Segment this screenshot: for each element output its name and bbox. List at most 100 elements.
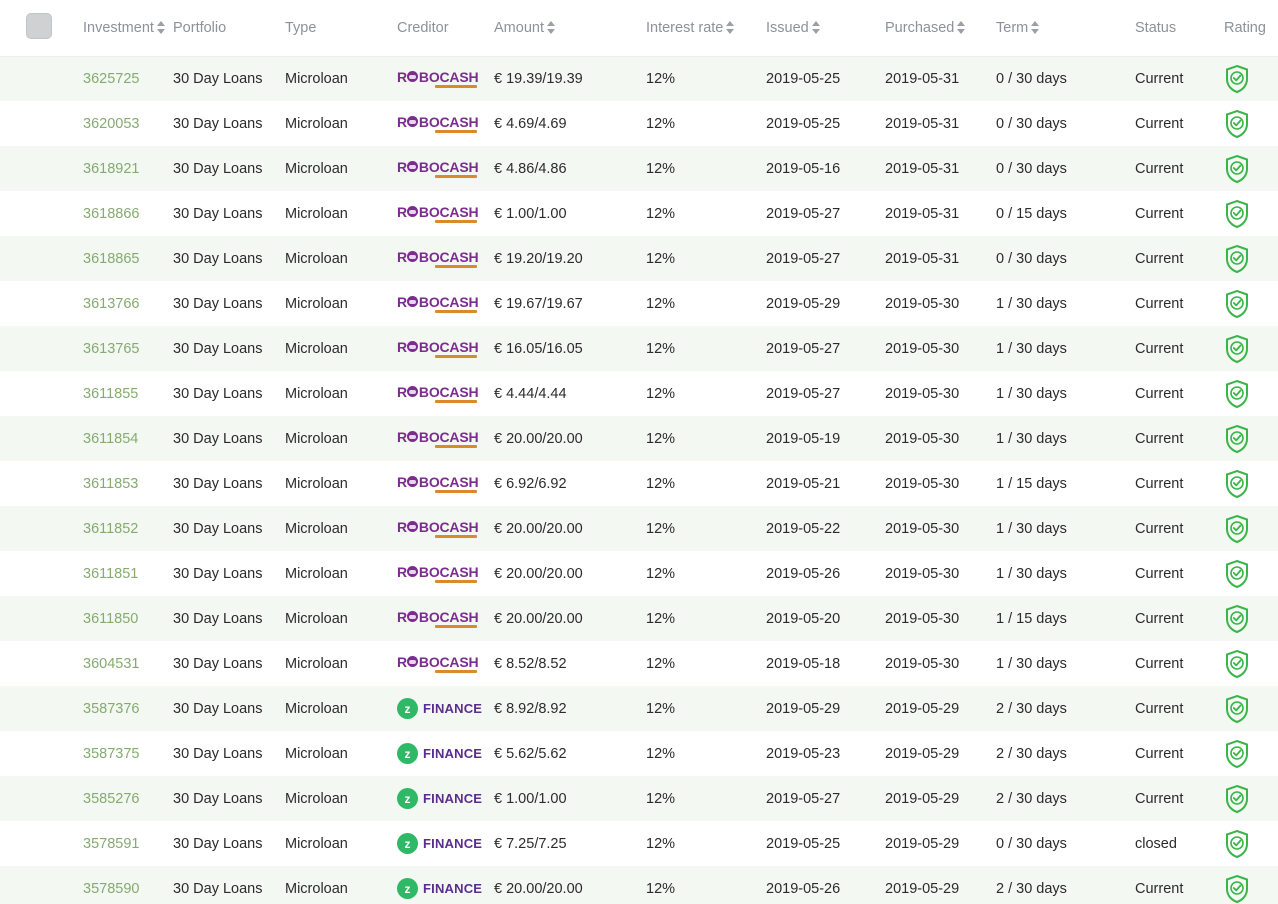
zfinance-mark: z <box>397 743 418 764</box>
investment-id-link[interactable]: 3611852 <box>83 521 138 537</box>
row-select-cell[interactable] <box>0 56 83 101</box>
table-row[interactable]: 3618865 30 Day Loans Microloan R BOCASH € 19.… <box>0 236 1278 281</box>
investment-id-link[interactable]: 3578591 <box>83 836 139 852</box>
row-select-cell[interactable] <box>0 686 83 731</box>
row-select-cell[interactable] <box>0 191 83 236</box>
table-row[interactable]: 3611851 30 Day Loans Microloan R BOCASH € 20.… <box>0 551 1278 596</box>
investment-id-link[interactable]: 3625725 <box>83 71 139 87</box>
row-select-cell[interactable] <box>0 821 83 866</box>
creditor-logo-robocash[interactable]: R BOCASH <box>397 520 479 538</box>
creditor-logo-zfinance[interactable]: z FINANCE <box>397 743 482 764</box>
sort-toggle-icon[interactable] <box>156 21 166 35</box>
investment-id-link[interactable]: 3587375 <box>83 746 139 762</box>
creditor-logo-robocash[interactable]: R BOCASH <box>397 430 479 448</box>
creditor-logo-robocash[interactable]: R BOCASH <box>397 70 479 88</box>
table-row[interactable]: 3613765 30 Day Loans Microloan R BOCASH € 16.… <box>0 326 1278 371</box>
creditor-logo-robocash[interactable]: R BOCASH <box>397 295 479 313</box>
table-row[interactable]: 3587376 30 Day Loans Microloan z FINANCE € 8.… <box>0 686 1278 731</box>
investment-id-link[interactable]: 3618866 <box>83 206 139 222</box>
sort-toggle-icon[interactable] <box>957 21 966 35</box>
cell-interest-rate: 12% <box>646 520 676 537</box>
table-row[interactable]: 3578591 30 Day Loans Microloan z FINANCE € 7.… <box>0 821 1278 866</box>
creditor-logo-robocash[interactable]: R BOCASH <box>397 610 479 628</box>
table-row[interactable]: 3611853 30 Day Loans Microloan R BOCASH € 6.9… <box>0 461 1278 506</box>
column-header-purchased[interactable]: Purchased <box>885 0 996 57</box>
table-row[interactable]: 3604531 30 Day Loans Microloan R BOCASH € 8.5… <box>0 641 1278 686</box>
investment-id-link[interactable]: 3611855 <box>83 386 138 402</box>
row-select-cell[interactable] <box>0 641 83 686</box>
investment-id-link[interactable]: 3611851 <box>83 566 138 582</box>
shield-check-icon <box>1224 604 1278 634</box>
column-header-interest_rate[interactable]: Interest rate <box>646 0 766 57</box>
row-select-cell[interactable] <box>0 236 83 281</box>
sort-toggle-icon[interactable] <box>811 21 821 35</box>
sort-toggle-icon[interactable] <box>1031 21 1040 35</box>
cell-investment: 3620053 <box>83 101 173 146</box>
investment-id-link[interactable]: 3613766 <box>83 296 139 312</box>
investment-id-link[interactable]: 3611854 <box>83 431 138 447</box>
table-row[interactable]: 3578590 30 Day Loans Microloan z FINANCE € 20… <box>0 866 1278 904</box>
row-select-cell[interactable] <box>0 326 83 371</box>
creditor-logo-robocash[interactable]: R BOCASH <box>397 565 479 583</box>
column-header-issued[interactable]: Issued <box>766 0 885 57</box>
creditor-logo-robocash[interactable]: R BOCASH <box>397 475 479 493</box>
row-select-cell[interactable] <box>0 416 83 461</box>
column-header-term[interactable]: Term <box>996 0 1135 57</box>
row-select-cell[interactable] <box>0 551 83 596</box>
creditor-logo-robocash[interactable]: R BOCASH <box>397 385 479 403</box>
cell-issued: 2019-05-23 <box>766 745 841 762</box>
table-row[interactable]: 3625725 30 Day Loans Microloan R BOCASH € 19.… <box>0 56 1278 101</box>
row-select-cell[interactable] <box>0 776 83 821</box>
investment-id-link[interactable]: 3618865 <box>83 251 139 267</box>
table-row[interactable]: 3611852 30 Day Loans Microloan R BOCASH € 20.… <box>0 506 1278 551</box>
creditor-logo-zfinance[interactable]: z FINANCE <box>397 833 482 854</box>
table-row[interactable]: 3587375 30 Day Loans Microloan z FINANCE € 5.… <box>0 731 1278 776</box>
row-select-cell[interactable] <box>0 506 83 551</box>
creditor-logo-robocash[interactable]: R BOCASH <box>397 340 479 358</box>
select-all-checkbox[interactable] <box>26 12 52 39</box>
creditor-logo-robocash[interactable]: R BOCASH <box>397 205 479 223</box>
creditor-logo-zfinance[interactable]: z FINANCE <box>397 788 482 809</box>
sort-toggle-icon[interactable] <box>546 21 556 35</box>
cell-term: 0 / 30 days <box>996 835 1067 852</box>
row-select-cell[interactable] <box>0 596 83 641</box>
table-row[interactable]: 3611854 30 Day Loans Microloan R BOCASH € 20.… <box>0 416 1278 461</box>
row-select-cell[interactable] <box>0 461 83 506</box>
row-select-cell[interactable] <box>0 146 83 191</box>
table-row[interactable]: 3611855 30 Day Loans Microloan R BOCASH € 4.4… <box>0 371 1278 416</box>
table-row[interactable]: 3618921 30 Day Loans Microloan R BOCASH € 4.8… <box>0 146 1278 191</box>
table-row[interactable]: 3620053 30 Day Loans Microloan R BOCASH € 4.6… <box>0 101 1278 146</box>
creditor-logo-zfinance[interactable]: z FINANCE <box>397 878 482 899</box>
table-row[interactable]: 3585276 30 Day Loans Microloan z FINANCE € 1.… <box>0 776 1278 821</box>
investment-id-link[interactable]: 3620053 <box>83 116 139 132</box>
row-select-cell[interactable] <box>0 101 83 146</box>
table-row[interactable]: 3611850 30 Day Loans Microloan R BOCASH € 20.… <box>0 596 1278 641</box>
investment-id-link[interactable]: 3578590 <box>83 881 139 897</box>
creditor-logo-robocash[interactable]: R BOCASH <box>397 160 479 178</box>
column-header-amount[interactable]: Amount <box>494 0 646 57</box>
row-select-cell[interactable] <box>0 866 83 904</box>
sort-toggle-icon[interactable] <box>726 21 735 35</box>
cell-portfolio: 30 Day Loans <box>173 700 263 717</box>
creditor-logo-zfinance[interactable]: z FINANCE <box>397 698 482 719</box>
investment-id-link[interactable]: 3587376 <box>83 701 139 717</box>
investment-id-link[interactable]: 3604531 <box>83 656 139 672</box>
table-row[interactable]: 3613766 30 Day Loans Microloan R BOCASH € 19.… <box>0 281 1278 326</box>
investment-id-link[interactable]: 3613765 <box>83 341 139 357</box>
creditor-logo-robocash[interactable]: R BOCASH <box>397 655 479 673</box>
cell-type: Microloan <box>285 655 348 672</box>
cell-amount: € 20.00/20.00 <box>494 880 583 897</box>
cell-term: 2 / 30 days <box>996 880 1067 897</box>
investment-id-link[interactable]: 3618921 <box>83 161 139 177</box>
row-select-cell[interactable] <box>0 371 83 416</box>
cell-purchased: 2019-05-31 <box>885 205 960 222</box>
investment-id-link[interactable]: 3611850 <box>83 611 138 627</box>
row-select-cell[interactable] <box>0 731 83 776</box>
creditor-logo-robocash[interactable]: R BOCASH <box>397 115 479 133</box>
row-select-cell[interactable] <box>0 281 83 326</box>
investment-id-link[interactable]: 3585276 <box>83 791 139 807</box>
creditor-logo-robocash[interactable]: R BOCASH <box>397 250 479 268</box>
investment-id-link[interactable]: 3611853 <box>83 476 138 492</box>
table-row[interactable]: 3618866 30 Day Loans Microloan R BOCASH € 1.0… <box>0 191 1278 236</box>
column-header-investment[interactable]: Investment <box>83 0 173 57</box>
